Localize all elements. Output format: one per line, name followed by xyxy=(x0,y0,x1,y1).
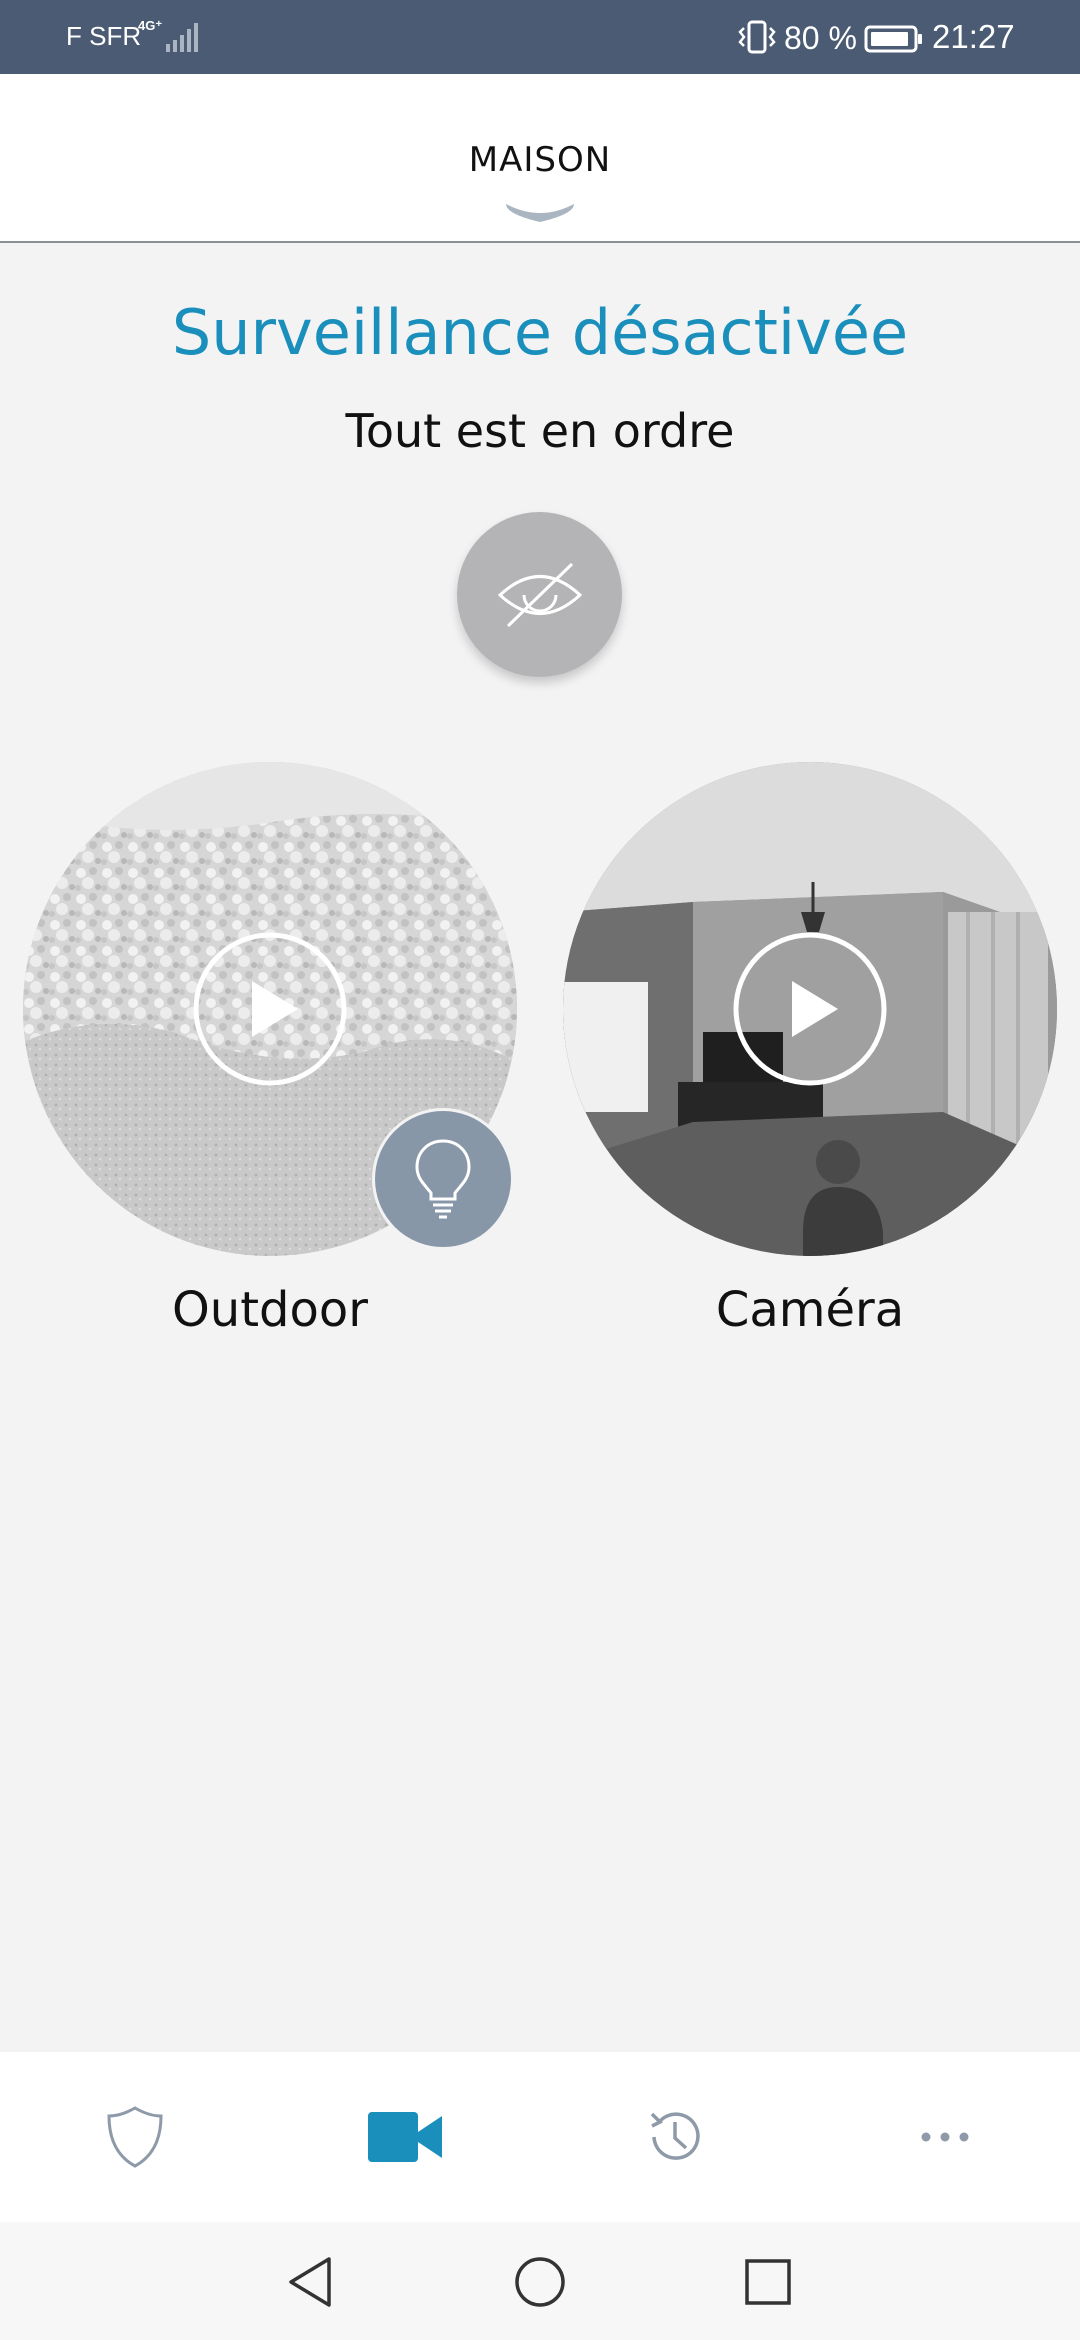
bottom-tab-bar xyxy=(0,2052,1080,2222)
tab-security[interactable] xyxy=(0,2052,270,2222)
play-icon[interactable] xyxy=(732,931,888,1087)
shield-icon xyxy=(107,2106,163,2168)
chevron-down-icon[interactable] xyxy=(502,196,578,226)
lightbulb-icon xyxy=(415,1139,471,1219)
history-icon xyxy=(650,2112,700,2160)
surveillance-status-subtitle: Tout est en ordre xyxy=(345,404,735,458)
system-nav-bar xyxy=(0,2222,1080,2340)
camera-indoor-preview[interactable] xyxy=(563,762,1057,1256)
more-icon xyxy=(921,2132,969,2142)
nav-home-button[interactable] xyxy=(510,2252,570,2312)
signal-icon xyxy=(166,23,198,52)
camera-indoor-label: Caméra xyxy=(715,1282,905,1338)
battery-percent: 80 % xyxy=(784,20,857,56)
back-icon xyxy=(289,2257,331,2307)
carrier-name: F SFR xyxy=(66,21,142,51)
vibrate-icon xyxy=(738,20,776,54)
clock: 21:27 xyxy=(932,18,1015,55)
tab-history[interactable] xyxy=(540,2052,810,2222)
status-bar: F SFR 4G⁺ 80 % 21:27 xyxy=(0,0,1080,74)
home-selector-title[interactable]: MAISON xyxy=(0,140,1080,180)
recent-apps-icon xyxy=(745,2259,791,2305)
outdoor-light-button[interactable] xyxy=(372,1108,514,1250)
eye-off-icon xyxy=(497,562,582,627)
battery-icon xyxy=(864,25,922,53)
tab-cameras[interactable] xyxy=(270,2052,540,2222)
video-camera-icon xyxy=(368,2112,442,2162)
play-icon[interactable] xyxy=(192,931,348,1087)
tab-more[interactable] xyxy=(810,2052,1080,2222)
network-type: 4G⁺ xyxy=(138,18,163,33)
home-icon xyxy=(515,2257,565,2307)
camera-outdoor-label: Outdoor xyxy=(172,1282,368,1338)
surveillance-status-title: Surveillance désactivée xyxy=(171,296,909,369)
app-header: MAISON xyxy=(0,74,1080,243)
nav-recent-apps-button[interactable] xyxy=(738,2252,798,2312)
nav-back-button[interactable] xyxy=(280,2252,340,2312)
privacy-toggle-button[interactable] xyxy=(457,512,622,677)
